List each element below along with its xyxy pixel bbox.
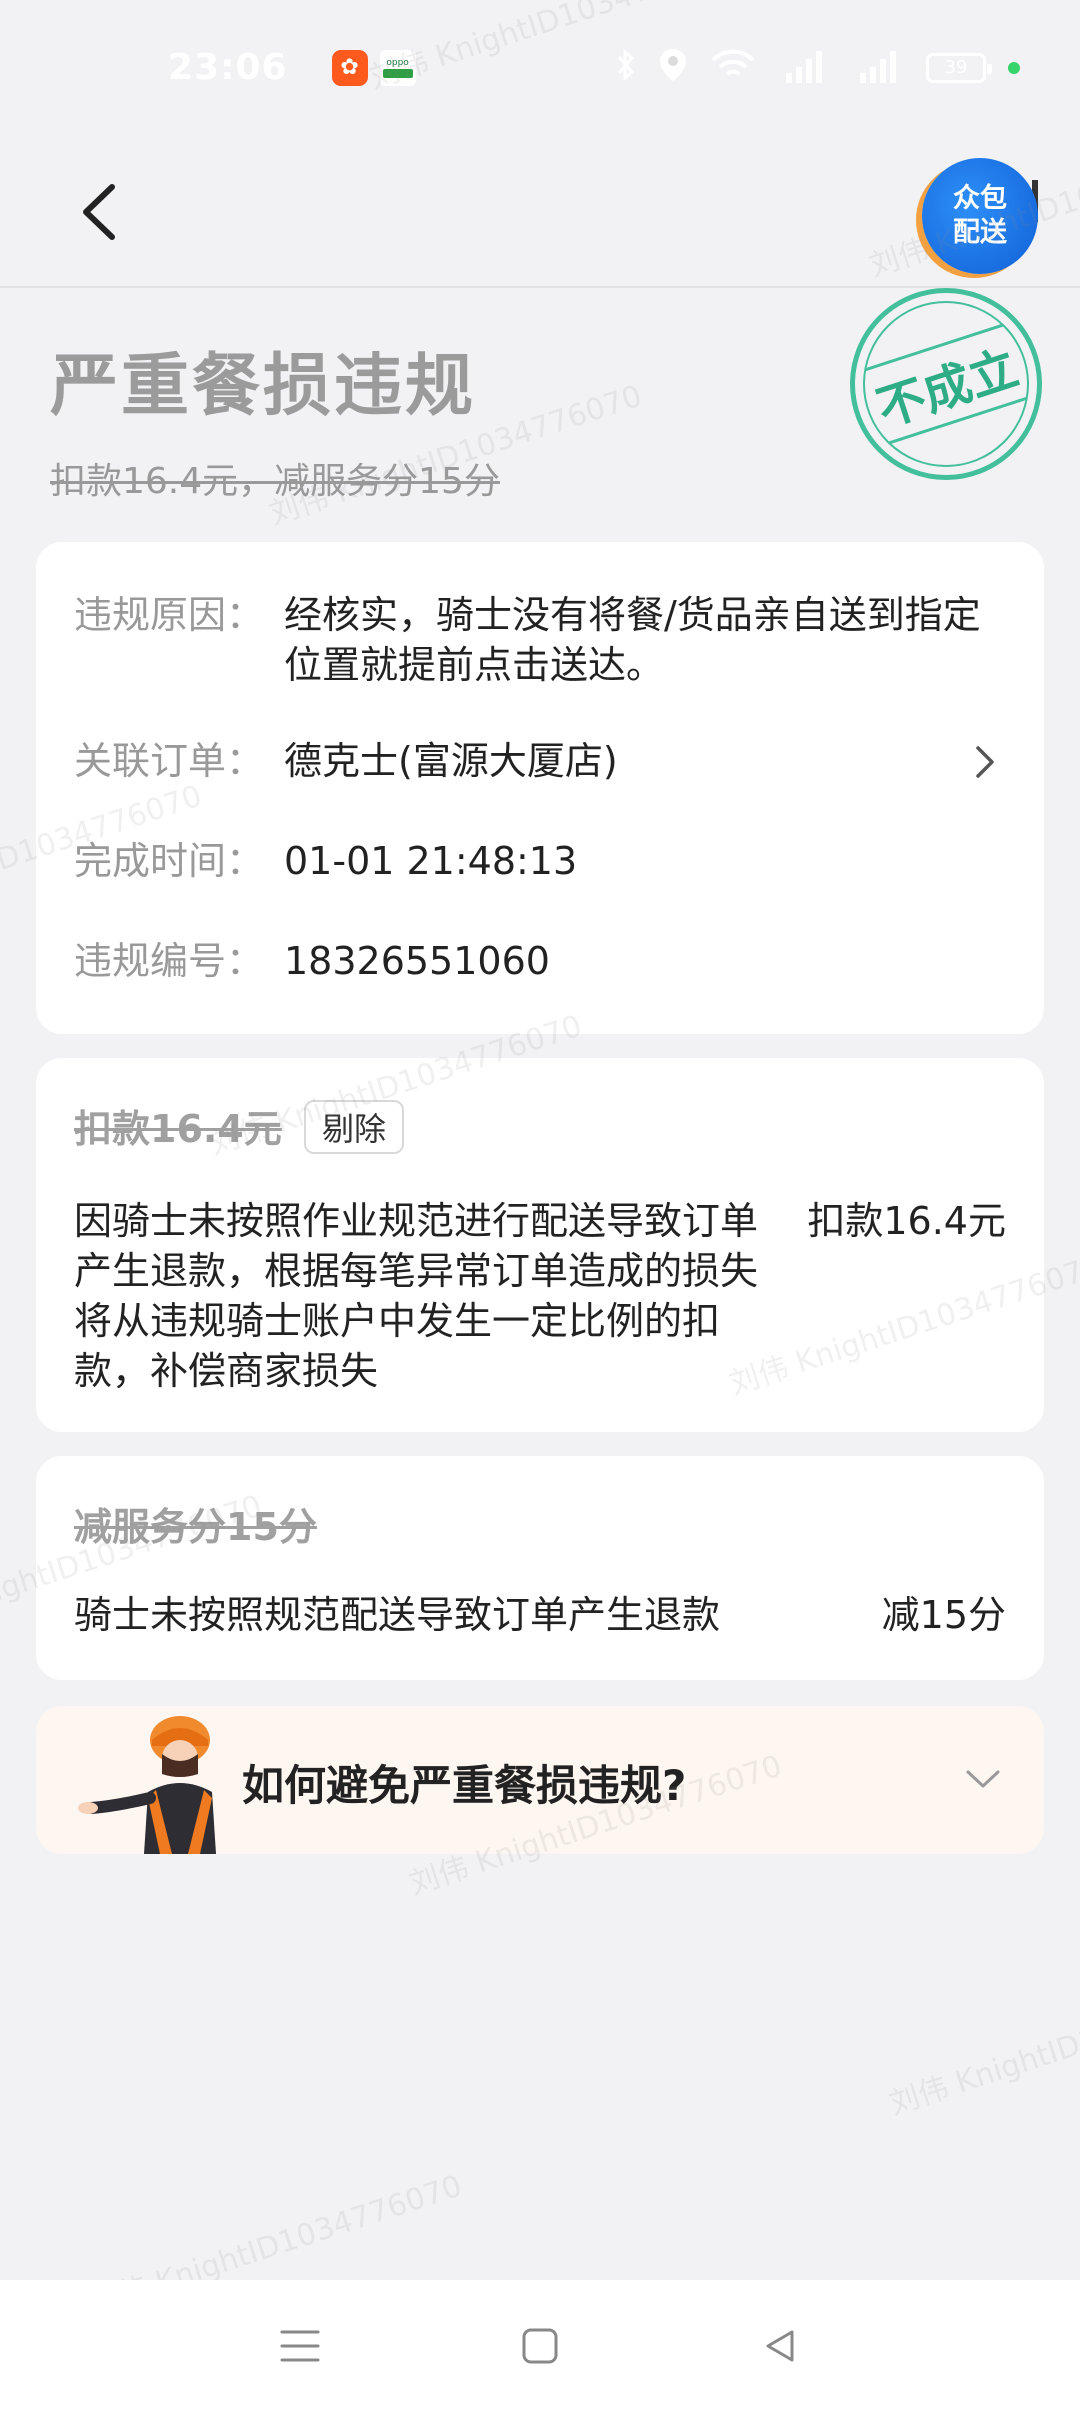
back-nav-button[interactable] [750, 2316, 810, 2376]
battery-icon: 39 [926, 52, 992, 83]
wifi-icon [710, 48, 756, 87]
bluetooth-icon [616, 48, 636, 87]
triangle-back-icon [766, 2330, 794, 2362]
info-value: 经核实，骑士没有将餐/货品亲自送到指定位置就提前点击送达。 [284, 593, 981, 687]
rider-mascot-icon [78, 1716, 216, 1854]
info-value: 01-01 21:48:13 [284, 839, 578, 883]
score-amount: 减15分 [881, 1593, 1006, 1637]
deduction-card: 扣款16.4元 剔除 因骑士未按照作业规范进行配送导致订单产生退款，根据每笔异常… [36, 1058, 1044, 1432]
service-score-card: 减服务分15分 骑士未按照规范配送导致订单产生退款 减15分 [36, 1456, 1044, 1680]
info-value: 18326551060 [284, 939, 550, 983]
page-title: 严重餐损违规 [50, 347, 477, 426]
menu-icon [280, 2330, 320, 2362]
signal-5g-icon [778, 47, 830, 88]
stamp-inner-ring: 不成立 [863, 301, 1029, 467]
chevron-left-icon [83, 184, 115, 240]
score-reason: 骑士未按照规范配送导致订单产生退款 [74, 1593, 721, 1637]
privacy-indicator-dot [1008, 61, 1020, 74]
order-link[interactable]: 德克士(富源大厦店) [284, 736, 1004, 786]
back-button[interactable] [70, 167, 130, 257]
deduction-description: 因骑士未按照作业规范进行配送导致订单产生退款，根据每笔异常订单造成的损失将从违规… [74, 1199, 759, 1393]
chevron-right-icon [976, 746, 994, 778]
info-row-time: 完成时间： 01-01 21:48:13 [74, 836, 1004, 886]
battery-level: 39 [944, 57, 968, 78]
info-label: 违规编号： [74, 939, 265, 983]
info-row-reason: 违规原因： 经核实，骑士没有将餐/货品亲自送到指定位置就提前点击送达。 [74, 590, 1004, 690]
info-label: 违规原因： [74, 593, 265, 637]
chevron-down-icon[interactable] [962, 1758, 1004, 1800]
square-icon [522, 2328, 558, 2364]
location-icon [658, 47, 688, 88]
stamp-text: 不成立 [865, 323, 1027, 445]
info-row-number: 违规编号： 18326551060 [74, 936, 1004, 986]
recents-button[interactable] [270, 2316, 330, 2376]
info-row-order[interactable]: 关联订单： 德克士(富源大厦店) [74, 736, 1004, 786]
system-nav-bar [0, 2280, 1080, 2412]
signal-5g-2-icon [852, 47, 904, 88]
invalid-stamp: 不成立 [850, 288, 1042, 480]
watermark: 刘伟 KnightID1034776070 [885, 1968, 1080, 2123]
home-button[interactable] [510, 2316, 570, 2376]
status-time: 23:06 [168, 47, 288, 88]
status-icons: 39 [616, 47, 1020, 88]
deduction-amount: 扣款16.4元 [807, 1199, 1006, 1243]
